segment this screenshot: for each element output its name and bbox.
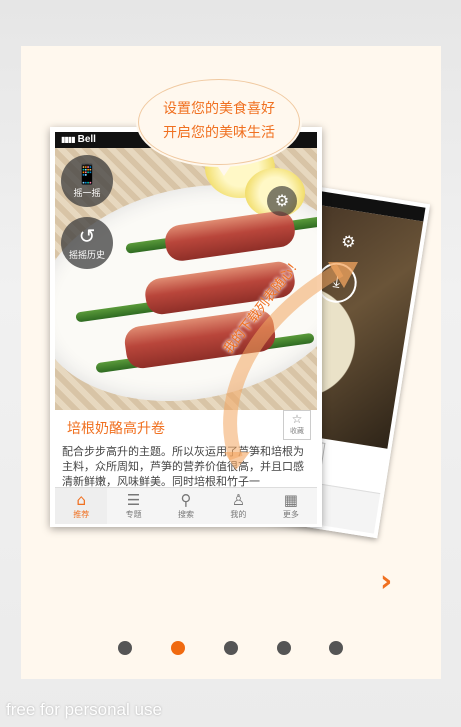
shake-label: 摇一摇 xyxy=(73,189,101,199)
favorite-label: 收藏 xyxy=(290,427,304,435)
page-dot-active[interactable] xyxy=(171,641,185,655)
gear-icon: ⚙ xyxy=(339,231,357,253)
tab-label: 专题 xyxy=(125,510,142,519)
home-icon: ⌂ xyxy=(76,491,86,509)
page-dot[interactable] xyxy=(118,641,132,655)
dish-title: 培根奶酪高升卷 xyxy=(67,421,165,437)
user-icon: ♙ xyxy=(231,491,246,509)
tab-label: 推荐 xyxy=(73,510,90,519)
tab-search[interactable]: ⚲ 搜索 xyxy=(160,488,212,524)
bubble-line-1: 设置您的美食喜好 xyxy=(163,101,275,117)
history-icon: ↺ xyxy=(78,224,96,248)
tab-label: 搜索 xyxy=(178,510,195,519)
primary-phone-mockup: ▮▮▮▮ Bell 📱 摇一摇 ↺ 摇摇历史 ⚙ 培根奶酪高升卷 ☆ 收藏 配合步… xyxy=(50,127,322,527)
bubble-line-2: 开启您的美味生活 xyxy=(163,125,275,141)
next-page-arrow[interactable]: › xyxy=(380,564,392,599)
tab-topics[interactable]: ☰ 专题 xyxy=(107,488,159,524)
favorite-button[interactable]: ☆ 收藏 xyxy=(283,410,311,440)
page-dot[interactable] xyxy=(277,641,291,655)
tab-label: 我的 xyxy=(230,510,247,519)
speech-bubble: 设置您的美食喜好 开启您的美味生活 xyxy=(138,79,300,165)
watermark: free for personal use xyxy=(6,700,162,719)
dish-title-row: 培根奶酪高升卷 ☆ 收藏 xyxy=(55,410,317,444)
gear-icon[interactable]: ⚙ xyxy=(267,186,297,216)
carrier-name: Bell xyxy=(77,134,96,145)
list-icon: ☰ xyxy=(126,491,141,509)
phone-shake-icon: 📱 xyxy=(74,162,100,186)
tab-recommend[interactable]: ⌂ 推荐 xyxy=(55,488,108,524)
shake-button[interactable]: 📱 摇一摇 xyxy=(61,155,113,207)
grid-icon: ▦ xyxy=(283,491,298,509)
signal-icon: ▮▮▮▮ xyxy=(61,135,76,144)
tab-label: 更多 xyxy=(282,510,299,519)
tab-more[interactable]: ▦ 更多 xyxy=(265,488,317,524)
page-dot[interactable] xyxy=(329,641,343,655)
tab-mine[interactable]: ♙ 我的 xyxy=(212,488,264,524)
history-label: 摇摇历史 xyxy=(68,251,105,261)
search-icon: ⚲ xyxy=(180,491,192,509)
shake-history-button[interactable]: ↺ 摇摇历史 xyxy=(61,217,113,269)
star-icon: ☆ xyxy=(291,412,303,426)
dish-description: 配合步步高升的主题。所以灰运用了芦笋和培根为主料，众所周知，芦笋的营养价值很高，… xyxy=(62,445,304,488)
tab-bar: ⌂ 推荐 ☰ 专题 ⚲ 搜索 ♙ 我的 ▦ 更多 xyxy=(55,487,317,524)
page-dot[interactable] xyxy=(224,641,238,655)
